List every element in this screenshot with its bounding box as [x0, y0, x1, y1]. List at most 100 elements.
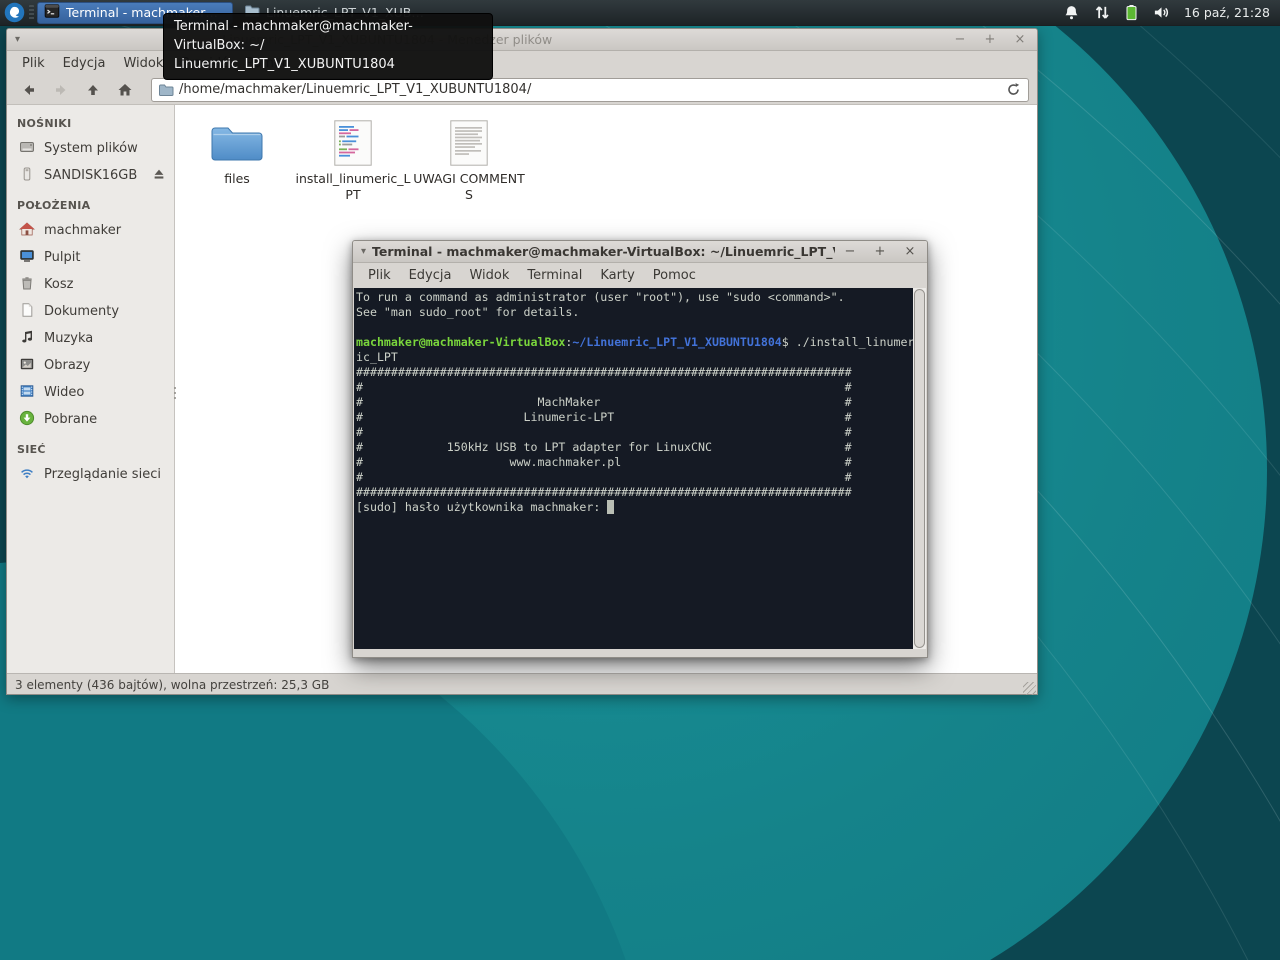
resize-grip[interactable] [1023, 682, 1036, 695]
tooltip-line2: Linuemric_LPT_V1_XUBUNTU1804 [174, 55, 482, 74]
window-menu-icon[interactable]: ▾ [15, 34, 20, 45]
sidebar-item-przegl-danie-sieci[interactable]: Przeglądanie sieci [7, 461, 174, 488]
sidebar-item-kosz[interactable]: Kosz [7, 271, 174, 298]
hard-drive-icon [19, 139, 35, 155]
sidebar-item-pulpit[interactable]: Pulpit [7, 244, 174, 271]
file-label: files [224, 171, 250, 187]
terminal-text: # # [356, 380, 852, 394]
terminal-icon [44, 3, 60, 22]
back-button[interactable] [15, 78, 43, 102]
sidebar-item-muzyka[interactable]: Muzyka [7, 325, 174, 352]
usb-icon [19, 166, 35, 186]
sidebar-item-label: System plików [44, 141, 138, 156]
sidebar-section-sie: SIEĆ [7, 443, 174, 461]
maximize-button[interactable]: + [871, 244, 889, 260]
eject-icon [152, 167, 166, 181]
applications-menu-button[interactable] [2, 1, 26, 25]
terminal-line: See "man sudo_root" for details. [356, 305, 913, 320]
minimize-button[interactable]: − [841, 244, 859, 260]
terminal-text: # # [356, 425, 852, 439]
home-icon [116, 81, 134, 99]
forward-icon [52, 81, 70, 99]
status-text: 3 elementy (436 bajtów), wolna przestrze… [15, 678, 329, 692]
sidebar-section-po-o-enia: POŁOŻENIA [7, 199, 174, 217]
file-item-files[interactable]: files [179, 119, 295, 187]
menu-item-plik[interactable]: Plik [359, 265, 400, 286]
terminal-text [607, 500, 614, 514]
terminal-scrollbar[interactable] [913, 288, 926, 649]
text-file-icon [450, 119, 488, 167]
terminal-text: machmaker@machmaker-VirtualBox [356, 335, 565, 349]
fm-titlebar[interactable]: ▾ Linuemric_LPT_V1_XUBUNTU1804 - Menedże… [7, 29, 1037, 51]
terminal-window: ▾ Terminal - machmaker@machmaker-Virtual… [352, 240, 928, 658]
desktop-icon [19, 248, 35, 264]
trash-icon [19, 275, 35, 291]
scrollbar-thumb[interactable] [914, 289, 925, 648]
sidebar-item-obrazy[interactable]: Obrazy [7, 352, 174, 379]
terminal-text: ########################################… [356, 485, 852, 499]
file-item-install-linumeric-lpt[interactable]: install_linumeric_LPT [295, 119, 411, 203]
download-icon [19, 410, 35, 426]
tooltip-line1: Terminal - machmaker@machmaker-VirtualBo… [174, 17, 482, 55]
menu-item-edycja[interactable]: Edycja [54, 53, 115, 74]
menu-item-terminal[interactable]: Terminal [518, 265, 591, 286]
image-icon [19, 356, 35, 376]
terminal-text: [sudo] hasło użytkownika machmaker: [356, 500, 607, 514]
close-button[interactable]: × [1011, 32, 1029, 48]
home-button[interactable] [111, 78, 139, 102]
up-button[interactable] [79, 78, 107, 102]
terminal-titlebar[interactable]: ▾ Terminal - machmaker@machmaker-Virtual… [353, 241, 927, 263]
network-arrows-icon[interactable] [1093, 4, 1111, 21]
menu-item-karty[interactable]: Karty [591, 265, 643, 286]
forward-button[interactable] [47, 78, 75, 102]
sidebar-item-dokumenty[interactable]: Dokumenty [7, 298, 174, 325]
sidebar-item-machmaker[interactable]: machmaker [7, 217, 174, 244]
sidebar-item-sandisk16gb[interactable]: SANDISK16GB [7, 162, 174, 189]
sidebar-item-system-plik-w[interactable]: System plików [7, 135, 174, 162]
clock[interactable]: 16 paź, 21:28 [1184, 5, 1270, 20]
menu-item-edycja[interactable]: Edycja [400, 265, 461, 286]
terminal-line: ########################################… [356, 365, 913, 380]
pane-divider-grip[interactable] [171, 387, 178, 399]
terminal-line [356, 320, 913, 335]
file-item-uwagi-comments[interactable]: UWAGI COMMENTS [411, 119, 527, 203]
bell-icon[interactable] [1063, 4, 1080, 21]
window-menu-icon[interactable]: ▾ [361, 246, 366, 257]
usb-stick-icon [19, 166, 35, 182]
terminal-text: # # [356, 470, 852, 484]
video-icon [19, 383, 35, 403]
terminal-window-title: Terminal - machmaker@machmaker-VirtualBo… [372, 244, 835, 259]
sidebar-item-label: Przeglądanie sieci [44, 467, 161, 482]
panel-separator [29, 5, 34, 21]
volume-icon[interactable] [1152, 4, 1171, 21]
path-input[interactable] [179, 82, 997, 97]
sidebar-item-label: Pulpit [44, 250, 80, 265]
terminal-screen[interactable]: To run a command as administrator (user … [354, 288, 913, 649]
folder-file-icon [210, 119, 264, 167]
terminal-text: $ ./install_linumer [782, 335, 913, 349]
terminal-text: # www.machmaker.pl # [356, 455, 852, 469]
eject-button[interactable] [152, 167, 166, 185]
menu-item-plik[interactable]: Plik [13, 53, 54, 74]
script-file-icon [334, 119, 372, 167]
battery-icon[interactable] [1124, 4, 1139, 21]
terminal-line: To run a command as administrator (user … [356, 290, 913, 305]
fm-statusbar: 3 elementy (436 bajtów), wolna przestrze… [7, 673, 1037, 696]
folder-icon [158, 82, 174, 98]
sidebar-item-label: SANDISK16GB [44, 168, 137, 183]
terminal-line: # Linumeric-LPT # [356, 410, 913, 425]
close-button[interactable]: × [901, 244, 919, 260]
sidebar-item-label: Obrazy [44, 358, 90, 373]
terminal-line: # 150kHz USB to LPT adapter for LinuxCNC… [356, 440, 913, 455]
reload-button[interactable] [1002, 80, 1024, 100]
terminal-text: # 150kHz USB to LPT adapter for LinuxCNC… [356, 440, 852, 454]
maximize-button[interactable]: + [981, 32, 999, 48]
sidebar-item-pobrane[interactable]: Pobrane [7, 406, 174, 433]
back-icon [20, 81, 38, 99]
menu-item-widok[interactable]: Widok [460, 265, 518, 286]
terminal-text: # MachMaker # [356, 395, 852, 409]
menu-item-pomoc[interactable]: Pomoc [644, 265, 705, 286]
minimize-button[interactable]: − [951, 32, 969, 48]
music-note-icon [19, 329, 35, 345]
sidebar-item-wideo[interactable]: Wideo [7, 379, 174, 406]
